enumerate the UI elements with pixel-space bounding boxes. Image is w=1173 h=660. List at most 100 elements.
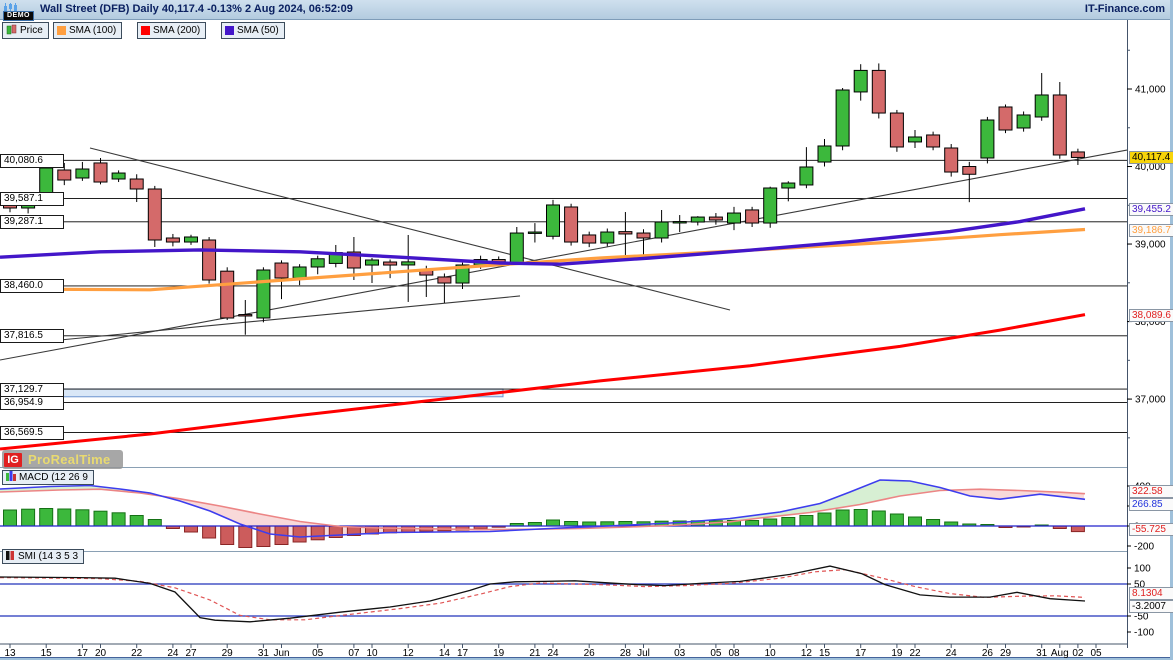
svg-text:02: 02 <box>1072 648 1084 659</box>
chart-canvas: 131517202224272931Jun0507101214171921242… <box>0 0 1173 660</box>
legend-price-label: Price <box>20 25 43 36</box>
candle-down <box>583 235 596 243</box>
candle-up <box>818 146 831 162</box>
svg-text:08: 08 <box>728 648 740 659</box>
svg-text:-200: -200 <box>1134 542 1154 553</box>
smi-icon <box>6 550 15 563</box>
candle-up <box>257 270 270 318</box>
macd-histogram-bar <box>836 510 849 526</box>
smi-value-label: 8.1304 <box>1129 587 1173 600</box>
macd-histogram-bar <box>311 526 324 540</box>
candle-down <box>221 271 234 318</box>
candle-down <box>384 262 397 265</box>
ig-logo: IG <box>4 453 22 467</box>
svg-text:10: 10 <box>765 648 777 659</box>
macd-histogram-bar <box>22 509 35 526</box>
candle-up <box>76 169 89 178</box>
macd-histogram-bar <box>40 509 53 527</box>
sma200-swatch-icon <box>141 26 150 35</box>
candle-up <box>782 183 795 188</box>
svg-text:26: 26 <box>584 648 596 659</box>
price-level-label: 36,954.9 <box>0 396 64 410</box>
price-level-label: 38,460.0 <box>0 279 64 293</box>
prorealtime-watermark: IG ProRealTime <box>2 450 123 469</box>
price-level-label: 39,287.1 <box>0 215 64 229</box>
candle-up <box>528 232 541 233</box>
legend-sma50-button[interactable]: SMA (50) <box>221 22 285 39</box>
candle-down <box>963 167 976 175</box>
smi-value-label: -3.2007 <box>1129 600 1173 613</box>
candle-up <box>547 205 560 236</box>
legend-sma50-label: SMA (50) <box>237 25 279 36</box>
svg-text:17: 17 <box>855 648 867 659</box>
svg-text:22: 22 <box>909 648 921 659</box>
macd-histogram-bar <box>782 518 795 527</box>
svg-text:39,000: 39,000 <box>1135 240 1166 251</box>
smi-indicator-button[interactable]: SMI (14 3 5 3 <box>2 549 84 564</box>
candle-down <box>94 163 107 182</box>
macd-histogram-bar <box>239 526 252 548</box>
candle-down <box>1071 152 1084 158</box>
x-axis: 131517202224272931Jun0507101214171921242… <box>4 644 1102 659</box>
svg-text:13: 13 <box>4 648 16 659</box>
price-level-label: 37,816.5 <box>0 329 64 343</box>
macd-histogram-bar <box>927 520 940 527</box>
macd-histogram-bar <box>746 521 759 527</box>
highlight-band <box>0 389 503 397</box>
sma50-swatch-icon <box>225 26 234 35</box>
candle-up <box>800 167 813 185</box>
candle-down <box>637 233 650 238</box>
svg-text:03: 03 <box>674 648 686 659</box>
macd-histogram-bar <box>890 514 903 526</box>
candle-up <box>311 259 324 267</box>
macd-histogram-bar <box>76 510 89 526</box>
macd-value-label: -55.725 <box>1129 523 1173 536</box>
svg-text:10: 10 <box>366 648 378 659</box>
candle-down <box>709 217 722 220</box>
candle-up <box>655 222 668 238</box>
legend-sma100-button[interactable]: SMA (100) <box>53 22 122 39</box>
svg-text:22: 22 <box>131 648 143 659</box>
candle-down <box>927 135 940 147</box>
svg-text:31: 31 <box>258 648 270 659</box>
sma100-swatch-icon <box>57 26 66 35</box>
svg-text:24: 24 <box>946 648 958 659</box>
candle-down <box>619 232 632 234</box>
trendline <box>60 296 520 340</box>
smi-panel <box>0 566 1127 622</box>
candle-down <box>872 70 885 113</box>
svg-text:41,000: 41,000 <box>1135 85 1166 96</box>
legend-sma200-button[interactable]: SMA (200) <box>137 22 206 39</box>
legend-price-button[interactable]: Price <box>2 22 49 39</box>
svg-text:29: 29 <box>1000 648 1012 659</box>
sma100-line <box>0 230 1085 290</box>
indicator-value-label: 39,455.2 <box>1129 203 1173 216</box>
candle-down <box>58 170 71 180</box>
svg-text:05: 05 <box>312 648 324 659</box>
svg-text:29: 29 <box>222 648 234 659</box>
svg-text:12: 12 <box>403 648 415 659</box>
sma50-line <box>0 209 1085 264</box>
macd-indicator-button[interactable]: MACD (12 26 9 <box>2 470 94 485</box>
macd-histogram-bar <box>130 516 143 527</box>
svg-text:05: 05 <box>1090 648 1102 659</box>
candle-down <box>890 113 903 147</box>
macd-signal-line <box>0 489 1085 529</box>
legend-sma200-label: SMA (200) <box>153 25 200 36</box>
svg-text:24: 24 <box>547 648 559 659</box>
macd-histogram-bar <box>221 526 234 545</box>
candle-up <box>402 262 415 265</box>
candle-down <box>275 263 288 278</box>
candle-down <box>945 148 958 172</box>
candle-up <box>836 90 849 146</box>
macd-value-label: 322.58 <box>1129 485 1173 498</box>
price-panel <box>0 63 1127 449</box>
svg-text:07: 07 <box>348 648 360 659</box>
macd-histogram-bar <box>764 519 777 526</box>
candle-up <box>673 222 686 223</box>
macd-histogram-bar <box>257 526 270 547</box>
candle-down <box>166 238 179 242</box>
svg-text:19: 19 <box>493 648 505 659</box>
candle-up <box>1017 115 1030 128</box>
macd-histogram-bar <box>293 526 306 542</box>
